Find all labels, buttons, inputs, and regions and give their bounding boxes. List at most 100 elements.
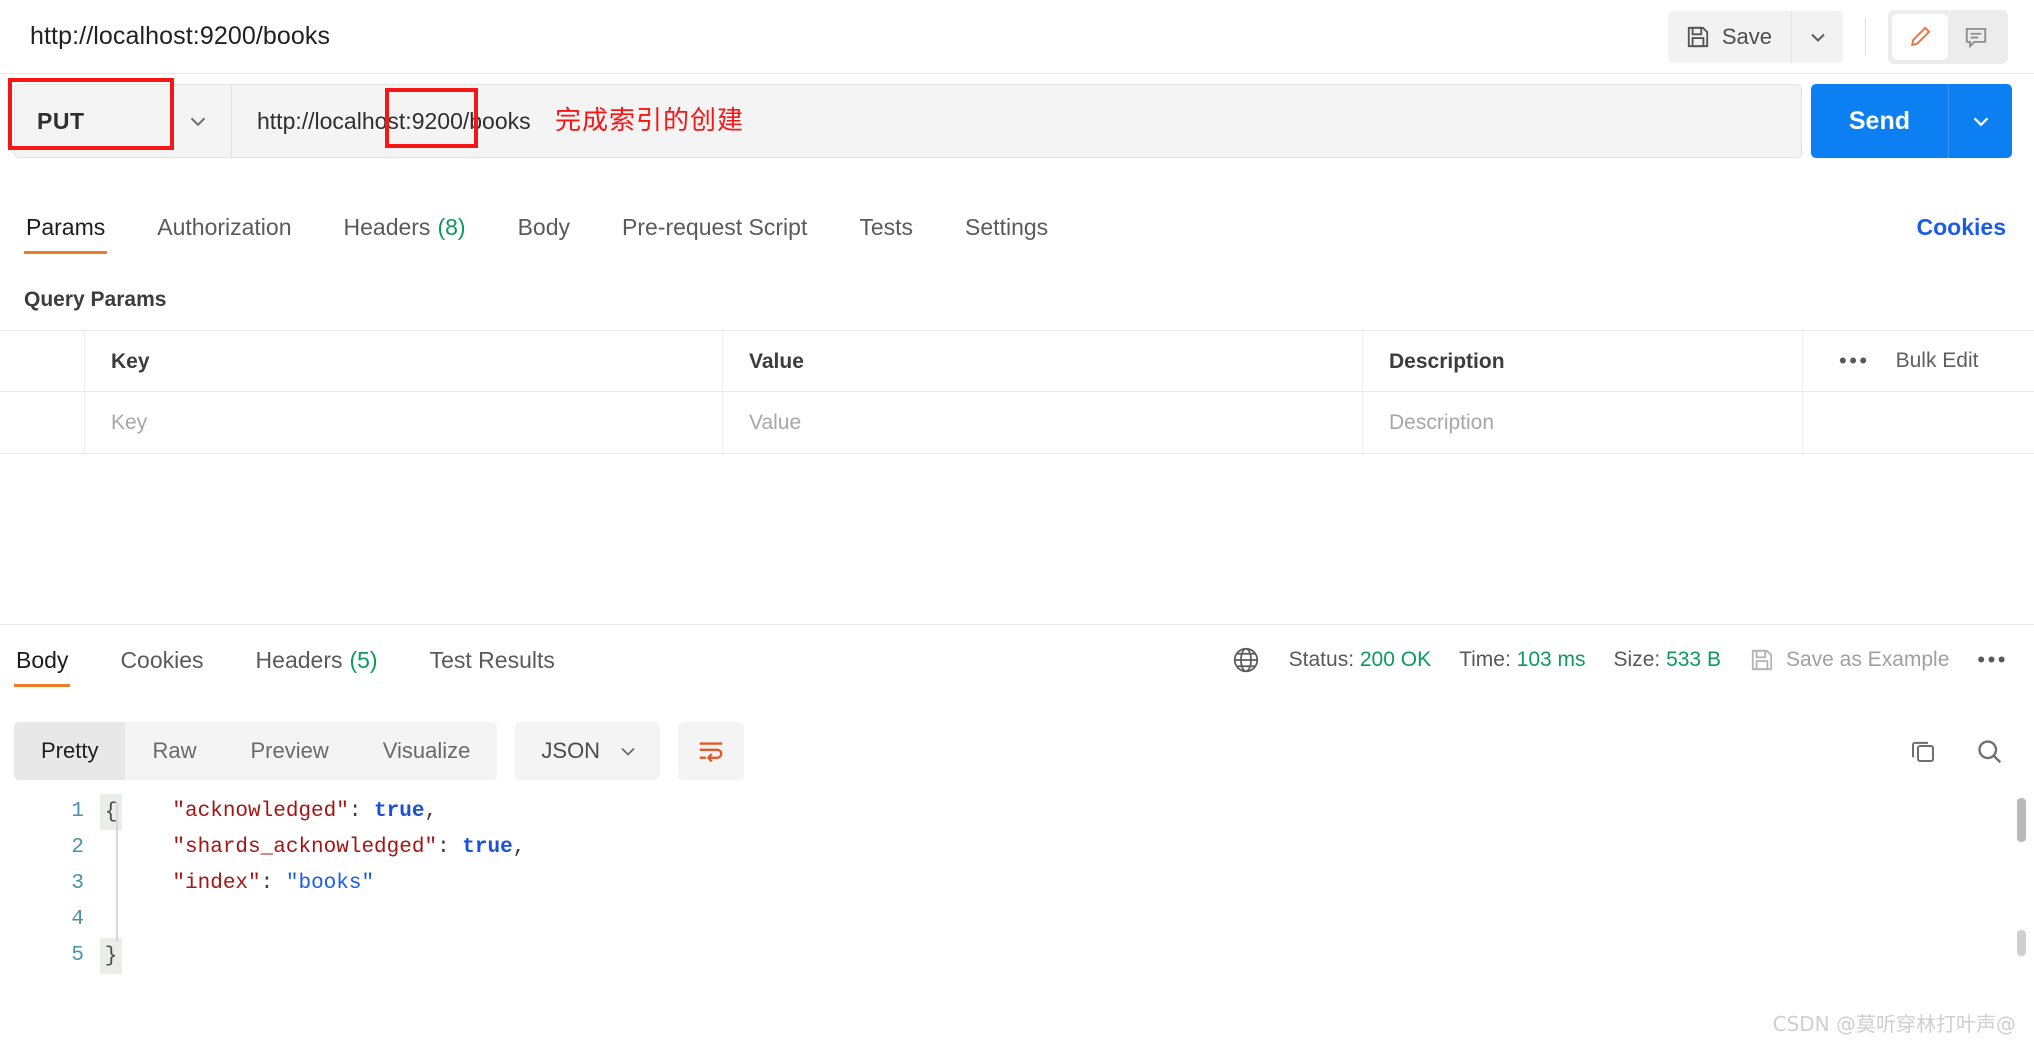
chevron-down-icon [1968,108,1994,134]
ellipsis-icon[interactable]: ••• [1839,348,1870,374]
response-meta: Status: 200 OK Time: 103 ms Size: 533 B [1231,645,2034,675]
toolbar-divider [1865,17,1866,56]
header-cell-value: Value [749,350,804,373]
response-tab-cookies-label: Cookies [120,646,204,673]
status-label: Status: [1288,648,1355,671]
save-options-button[interactable] [1791,10,1843,63]
page-title: http://localhost:9200/books [30,22,331,50]
chevron-down-icon [616,739,640,763]
time-badge: Time: 103 ms [1459,648,1585,672]
response-tab-test-results-label: Test Results [429,646,555,673]
edit-mode-button[interactable] [1892,13,1948,60]
row-value-input[interactable]: Value [723,392,1362,454]
globe-icon [1231,645,1261,675]
tab-tests[interactable]: Tests [857,200,915,254]
comment-button[interactable] [1948,14,2004,60]
watermark: CSDN @莫听穿林打叶声@ [1772,1012,2016,1036]
response-tab-headers[interactable]: Headers (5) [254,633,380,687]
body-view-switcher: Pretty Raw Preview Visualize [14,722,498,780]
line-number-gutter: 1 2 3 4 5 [0,790,100,970]
code-fold-marker[interactable]: } [100,938,122,974]
tab-headers-count: (8) [437,213,466,240]
tab-headers[interactable]: Headers (8) [342,200,468,254]
view-preview-button[interactable]: Preview [223,722,355,780]
tab-authorization[interactable]: Authorization [155,200,293,254]
copy-icon[interactable] [1908,736,1938,766]
table-row[interactable]: Key Value Description [0,392,2034,454]
view-visualize-button[interactable]: Visualize [356,722,498,780]
chevron-down-icon [1806,25,1830,49]
response-more-options-icon[interactable]: ••• [1977,647,2008,673]
query-params-table: Key Value Description ••• Bulk Edit Key … [0,330,2034,454]
code-content: "acknowledged": true, "shards_acknowledg… [122,790,2034,970]
line-number: 1 [71,800,84,823]
postman-window: http://localhost:9200/books Save PUT htt… [0,0,2034,1049]
row-checkbox[interactable] [0,392,85,453]
response-body-code[interactable]: 1 2 3 4 5 {} "acknowledged": true, "shards_a… [0,790,2034,974]
response-divider [0,624,2034,625]
code-fold-marker [100,902,122,938]
cookies-link[interactable]: Cookies [1917,214,2006,241]
status-badge: Status: 200 OK [1289,648,1431,672]
tab-headers-label: Headers [343,213,431,240]
vertical-scrollbar-thumb[interactable] [2017,798,2026,842]
code-fold-marker[interactable]: { [100,794,122,830]
tab-body[interactable]: Body [516,200,572,254]
pencil-icon [1907,24,1933,50]
save-button-label: Save [1721,23,1772,49]
annotation-note: 完成索引的创建 [555,106,745,136]
code-fold-column[interactable]: {} [100,790,122,974]
response-tab-headers-label: Headers [255,646,343,673]
size-label: Size: [1613,648,1661,671]
response-tab-test-results[interactable]: Test Results [428,633,557,687]
response-tab-cookies[interactable]: Cookies [118,633,205,687]
vertical-scrollbar-thumb-secondary[interactable] [2017,930,2026,956]
response-tab-body[interactable]: Body [14,633,71,687]
view-pretty-button[interactable]: Pretty [14,722,126,780]
query-params-title: Query Params [24,288,167,311]
row-key-input[interactable]: Key [85,392,722,454]
tab-pre-request-script[interactable]: Pre-request Script [620,200,809,254]
tab-params-label: Params [26,213,106,240]
request-url-input[interactable]: http://localhost:9200/books [232,84,1802,158]
response-tab-body-label: Body [16,646,69,673]
send-button[interactable]: Send [1810,84,1948,158]
code-fold-marker [100,866,122,902]
comment-icon [1963,24,1989,50]
code-line: "index": "books" [172,872,375,895]
view-raw-button[interactable]: Raw [125,722,223,780]
save-button-group: Save [1667,10,1843,63]
time-label: Time: [1459,648,1511,671]
size-value: 533 B [1666,648,1721,671]
header-cell-description: Description [1389,350,1505,373]
code-fold-marker [100,830,122,866]
tab-params[interactable]: Params [24,200,108,254]
header-cell-checkbox [0,331,85,391]
word-wrap-button[interactable] [678,722,745,780]
bulk-edit-button[interactable]: Bulk Edit [1896,349,1979,373]
save-as-example-button[interactable]: Save as Example [1749,647,1949,673]
send-button-group: Send [1810,84,2012,158]
chevron-down-icon [185,108,211,134]
request-url-value: http://localhost:9200/books [257,107,531,134]
top-bar-actions: Save [1667,0,2034,73]
tab-pre-request-script-label: Pre-request Script [622,213,808,240]
search-icon[interactable] [1974,736,2004,766]
send-options-button[interactable] [1948,84,2012,158]
line-number: 2 [71,836,84,859]
table-header-row: Key Value Description ••• Bulk Edit [0,330,2034,392]
code-indent-guide [116,802,118,942]
tab-settings-label: Settings [965,213,1049,240]
row-description-input[interactable]: Description [1363,392,1802,454]
response-format-select[interactable]: JSON [515,722,661,780]
save-button[interactable]: Save [1667,10,1791,63]
response-body-toolbar: Pretty Raw Preview Visualize JSON [0,716,2034,786]
tab-settings[interactable]: Settings [963,200,1050,254]
save-as-example-label: Save as Example [1785,648,1950,671]
request-tabs: Params Authorization Headers (8) Body Pr… [0,200,2034,254]
line-number: 3 [71,872,84,895]
tab-authorization-label: Authorization [157,213,292,240]
request-url-row: PUT http://localhost:9200/books Send [0,74,2034,168]
http-method-select[interactable]: PUT [14,84,232,158]
floppy-disk-icon [1685,24,1711,50]
